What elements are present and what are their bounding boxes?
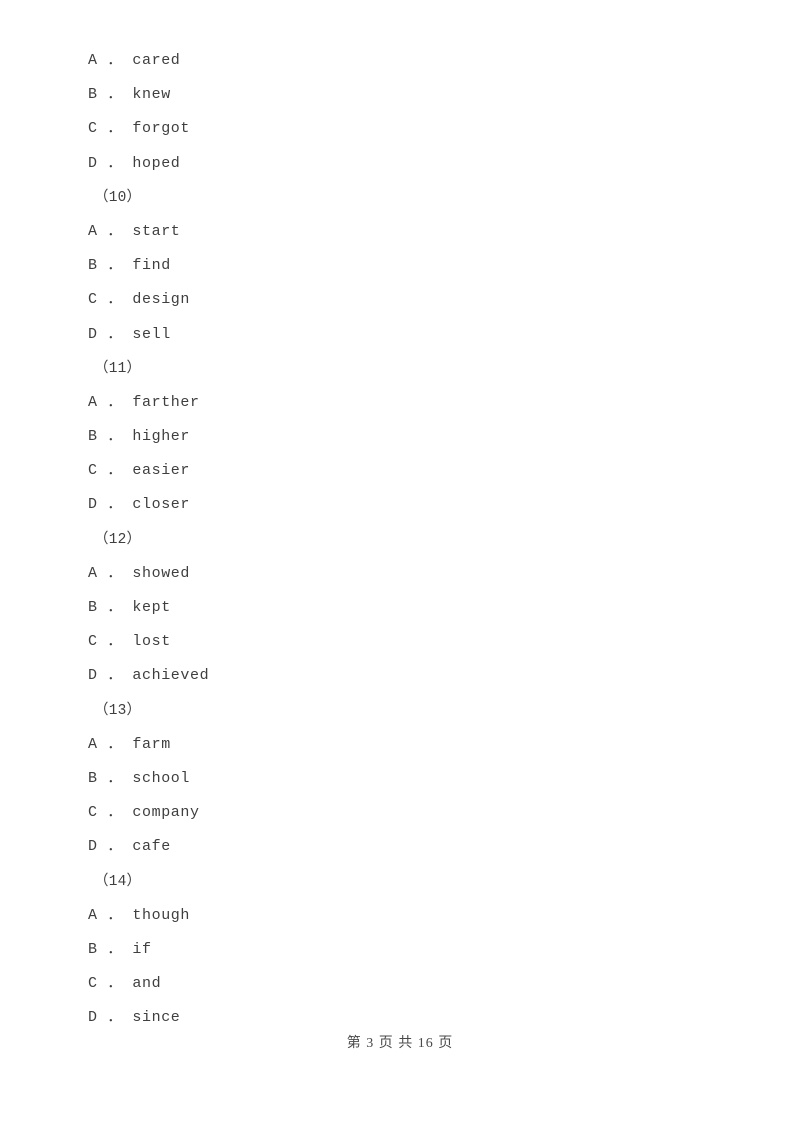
answer-option: C ． forgot (88, 120, 191, 138)
answer-option: C ． company (88, 804, 200, 822)
answer-option: B ． higher (88, 428, 191, 446)
question-number: （11） (94, 360, 142, 377)
answer-option: C ． design (88, 291, 191, 309)
document-page: A ． cared B ． knew C ． forgot D ． hoped （10）… (0, 0, 800, 1132)
answer-option: A ． showed (88, 564, 191, 582)
page-footer: 第 3 页 共 16 页 (346, 1036, 454, 1051)
answer-option: A ． farm (88, 735, 171, 753)
answer-option: D ． hoped (88, 154, 181, 172)
answer-option: C ． lost (88, 633, 171, 651)
answer-option: C ． and (88, 975, 162, 993)
question-options-list: A ． cared B ． knew C ． forgot D ． hoped （10）… (88, 44, 728, 1035)
answer-option: D ． closer (88, 496, 191, 514)
answer-option: A ． cared (88, 52, 181, 69)
answer-option: B ． school (88, 769, 191, 787)
question-number: （10） (94, 189, 142, 206)
answer-option: D ． since (88, 1009, 181, 1027)
answer-option: B ． kept (88, 599, 171, 616)
question-number: （13） (94, 702, 142, 719)
question-number: （12） (94, 531, 142, 548)
answer-option: A ． farther (88, 393, 200, 411)
answer-option: C ． easier (88, 462, 191, 480)
answer-option: D ． achieved (88, 667, 210, 685)
answer-option: B ． find (88, 257, 171, 275)
question-number: （14） (94, 873, 142, 890)
answer-option: B ． knew (88, 86, 171, 104)
answer-option: D ． sell (88, 325, 171, 343)
answer-option: A ． start (88, 222, 181, 240)
answer-option: B ． if (88, 940, 152, 958)
answer-option: D ． cafe (88, 838, 171, 856)
answer-option: A ． though (88, 906, 191, 924)
